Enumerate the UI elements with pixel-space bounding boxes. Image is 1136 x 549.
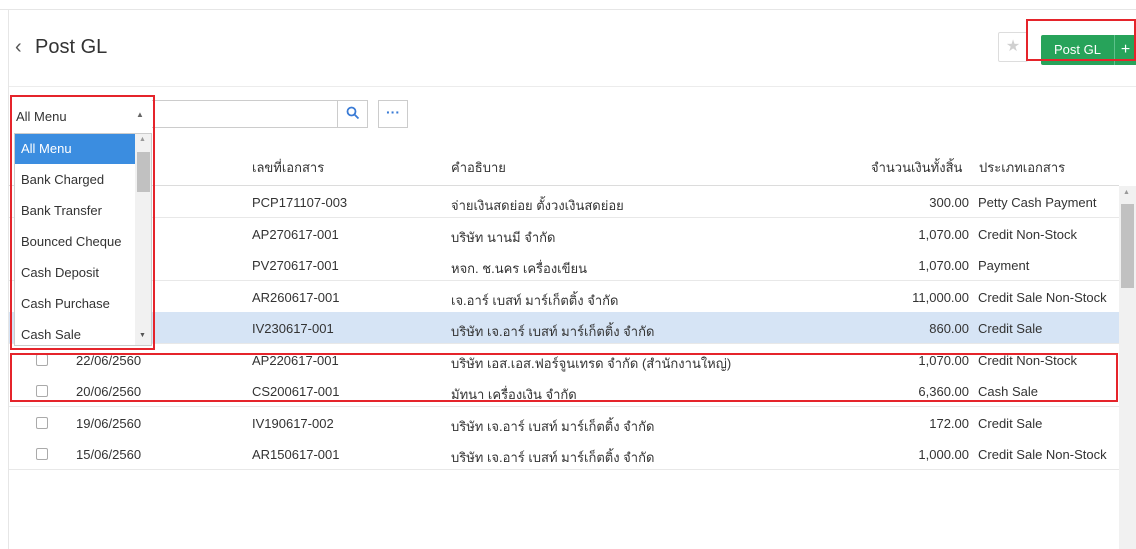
row-description: หจก. ช.นคร เครื่องเขียน [451,261,588,276]
chevron-left-icon[interactable]: ‹ [15,37,31,57]
row-description: เจ.อาร์ เบสท์ มาร์เก็ตติ้ง จำกัด [451,292,619,308]
row-amount: 11,000.00 [912,289,969,305]
row-date: 19/06/2560 [76,415,142,431]
row-doc-type: Credit Sale [978,415,1043,431]
highlight-menu-dropdown [10,95,155,350]
scrollbar-thumb[interactable] [1121,204,1134,288]
col-doc-no[interactable]: เลขที่เอกสาร [252,157,324,178]
table-header: เลขที่เอกสาร คำอธิบาย จำนวนเงินทั้งสิ้น … [9,140,1119,186]
highlight-selected-row [10,353,1118,402]
row-checkbox[interactable] [36,416,48,429]
search-input[interactable] [152,100,368,128]
row-amount: 1,070.00 [918,226,969,242]
row-doc-no: AR150617-001 [252,447,340,462]
page-title: Post GL [35,36,108,58]
row-description: บริษัท เจ.อาร์ เบสท์ มาร์เก็ตติ้ง จำกัด [451,418,655,434]
row-doc-type: Payment [978,258,1030,273]
table-row[interactable]: AR260617-001 เจ.อาร์ เบสท์ มาร์เก็ตติ้ง จ… [9,280,1119,313]
row-doc-no: AR260617-001 [252,289,340,305]
favorite-button[interactable]: ★ [998,32,1028,62]
row-doc-no: IV230617-001 [252,321,334,336]
more-options-button[interactable]: ··· [378,100,408,128]
row-amount: 1,070.00 [918,258,969,273]
highlight-post-button [1026,19,1136,61]
ellipsis-icon: ··· [386,104,400,120]
row-description: บริษัท นานมี จำกัด [451,229,556,245]
page-header: ‹ Post GL ★ Post GL + [9,10,1136,86]
star-icon: ★ [1005,38,1021,55]
search-button[interactable] [337,100,368,128]
row-doc-type: Credit Non-Stock [978,226,1077,242]
row-doc-no: IV190617-002 [252,415,334,431]
table-row[interactable]: PCP171107-003 จ่ายเงินสดย่อย ตั้งวงเงินสด… [9,186,1119,218]
header-divider [9,86,1136,87]
search-icon [346,106,360,120]
row-amount: 172.00 [929,415,969,431]
row-amount: 1,000.00 [918,447,969,462]
row-description: บริษัท เจ.อาร์ เบสท์ มาร์เก็ตติ้ง จำกัด [451,324,655,339]
table-scrollbar[interactable]: ▲ [1119,186,1136,549]
row-doc-no: PCP171107-003 [252,195,348,210]
row-date: 15/06/2560 [76,447,142,462]
row-checkbox[interactable] [36,448,48,460]
row-doc-no: PV270617-001 [252,258,339,273]
row-doc-type: Credit Sale Non-Stock [978,289,1107,305]
table-row[interactable]: 19/06/2560 IV190617-002 บริษัท เจ.อาร์ เบส… [9,406,1119,439]
row-doc-type: Credit Sale [978,321,1043,336]
row-doc-type: Petty Cash Payment [978,195,1097,210]
row-doc-type: Credit Sale Non-Stock [978,447,1107,462]
col-description[interactable]: คำอธิบาย [451,157,506,178]
row-amount: 860.00 [929,321,969,336]
table-row[interactable]: AP270617-001 บริษัท นานมี จำกัด 1,070.00 Cr… [9,217,1119,250]
row-description: จ่ายเงินสดย่อย ตั้งวงเงินสดย่อย [451,198,624,213]
table-row[interactable]: PV270617-001 หจก. ช.นคร เครื่องเขียน 1,070… [9,249,1119,281]
table-row[interactable]: 15/06/2560 AR150617-001 บริษัท เจ.อาร์ เบส… [9,438,1119,470]
row-amount: 300.00 [929,195,969,210]
scroll-up-icon[interactable]: ▲ [1123,189,1130,196]
row-doc-no: AP270617-001 [252,226,339,242]
col-doc-type[interactable]: ประเภทเอกสาร [979,157,1065,178]
table-row[interactable]: 23/06/2560IV230617-001บริษัท เจ.อาร์ เบส… [9,312,1119,344]
row-description: บริษัท เจ.อาร์ เบสท์ มาร์เก็ตติ้ง จำกัด [451,450,655,465]
col-total-amount[interactable]: จำนวนเงินทั้งสิ้น [871,157,962,178]
